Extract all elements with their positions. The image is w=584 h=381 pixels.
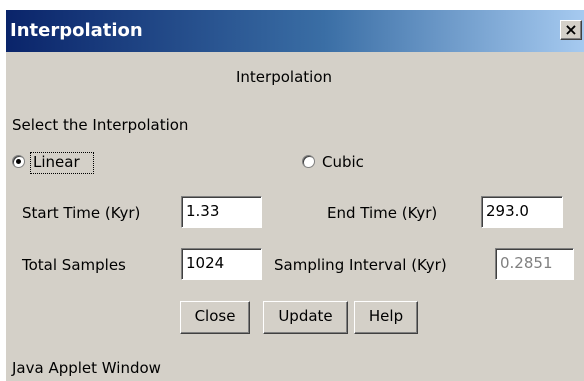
total-samples-input[interactable]: 1024 — [181, 248, 262, 280]
end-time-label: End Time (Kyr) — [327, 204, 438, 222]
sampling-interval-field: 0.2851 — [495, 248, 574, 280]
sampling-interval-label: Sampling Interval (Kyr) — [274, 256, 447, 274]
help-button[interactable]: Help — [354, 301, 418, 334]
start-time-input[interactable]: 1.33 — [181, 196, 262, 228]
radio-selected-dot — [16, 159, 21, 164]
interpolation-dialog: Interpolation × Interpolation Select the… — [6, 10, 584, 381]
start-time-label: Start Time (Kyr) — [22, 204, 141, 222]
close-icon: × — [564, 20, 578, 39]
end-time-input[interactable]: 293.0 — [481, 196, 563, 228]
dialog-heading: Interpolation — [236, 68, 332, 86]
window-title: Interpolation — [10, 20, 143, 41]
cubic-label[interactable]: Cubic — [322, 153, 364, 171]
total-samples-label: Total Samples — [22, 256, 126, 274]
linear-label[interactable]: Linear — [33, 153, 80, 171]
close-window-button[interactable]: × — [560, 20, 582, 40]
cubic-radio[interactable] — [302, 155, 315, 168]
title-bar: Interpolation × — [6, 10, 584, 52]
applet-window-footer: Java Applet Window — [12, 359, 161, 377]
close-button[interactable]: Close — [180, 301, 250, 334]
linear-radio[interactable] — [12, 155, 25, 168]
update-button[interactable]: Update — [263, 301, 348, 334]
select-interpolation-label: Select the Interpolation — [12, 116, 189, 134]
